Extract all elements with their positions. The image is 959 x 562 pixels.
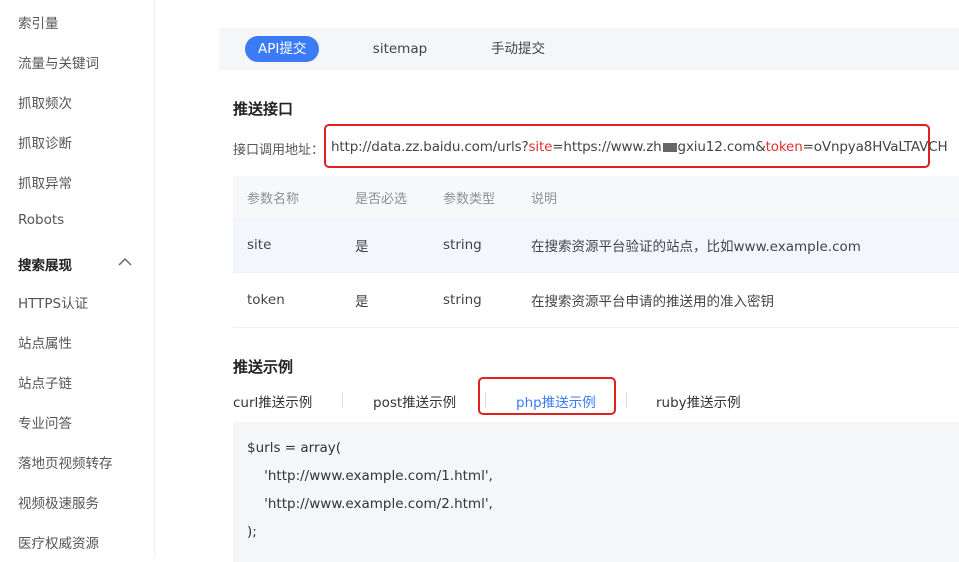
params-table: 参数名称 是否必选 参数类型 说明 site 是 string 在搜索资源平台验… <box>233 176 959 328</box>
param-required: 是 <box>355 239 369 255</box>
sidebar-nav: 索引量 流量与关键词 抓取频次 抓取诊断 抓取异常 Robots 搜索展现 HT… <box>0 0 155 556</box>
redaction-mask <box>662 142 677 152</box>
submit-method-tabs: API提交 sitemap 手动提交 <box>219 28 959 70</box>
sidebar-item-robots[interactable]: Robots <box>18 212 64 228</box>
tab-divider <box>626 392 627 408</box>
tab-post-example[interactable]: post推送示例 <box>373 391 456 411</box>
chevron-up-icon[interactable] <box>118 256 132 268</box>
sidebar-item-crawl-diagnosis[interactable]: 抓取诊断 <box>18 132 72 152</box>
column-header: 说明 <box>531 191 558 207</box>
push-endpoint-heading: 推送接口 <box>233 100 294 118</box>
endpoint-label: 接口调用地址： <box>233 143 325 158</box>
param-type: string <box>443 237 482 253</box>
code-line: 'http://www.example.com/1.html', <box>247 468 493 484</box>
endpoint-url[interactable]: http://data.zz.baidu.com/urls?site=https… <box>331 139 948 155</box>
sidebar-section-search-display[interactable]: 搜索展现 <box>18 254 72 274</box>
code-line: 'http://www.example.com/2.html', <box>247 496 493 512</box>
sidebar-item-https[interactable]: HTTPS认证 <box>18 292 88 312</box>
column-header: 参数类型 <box>443 191 496 207</box>
param-required: 是 <box>355 294 369 310</box>
site-param-value-start: =https://www.zh <box>552 139 662 155</box>
code-sample[interactable]: $urls = array( 'http://www.example.com/1… <box>233 422 959 562</box>
table-header-row: 参数名称 是否必选 参数类型 说明 <box>233 176 959 218</box>
push-examples-heading: 推送示例 <box>233 358 294 376</box>
sidebar-item-landing-video[interactable]: 落地页视频转存 <box>18 452 113 472</box>
param-type: string <box>443 292 482 308</box>
tab-curl-example[interactable]: curl推送示例 <box>233 391 312 411</box>
sidebar-item-crawl-frequency[interactable]: 抓取频次 <box>18 92 72 112</box>
tab-api-submit[interactable]: API提交 <box>245 36 320 62</box>
token-param-value: =oVnpya8HVaLTAVCH <box>802 139 948 155</box>
column-header: 参数名称 <box>247 191 300 207</box>
sidebar-item-professional-qa[interactable]: 专业问答 <box>18 412 72 432</box>
param-description: 在搜索资源平台申请的推送用的准入密钥 <box>531 294 774 310</box>
tab-divider <box>342 392 343 408</box>
param-description: 在搜索资源平台验证的站点，比如www.example.com <box>531 239 861 255</box>
sidebar-item-crawl-errors[interactable]: 抓取异常 <box>18 172 72 192</box>
sidebar-item-video-speed[interactable]: 视频极速服务 <box>18 492 99 512</box>
site-param-key: site <box>528 139 553 155</box>
tab-sitemap[interactable]: sitemap <box>369 36 431 62</box>
param-name: token <box>247 292 285 308</box>
token-param-key: token <box>765 139 803 155</box>
sidebar-item-traffic-keywords[interactable]: 流量与关键词 <box>18 52 99 72</box>
sidebar-item-sitelinks[interactable]: 站点子链 <box>18 372 72 392</box>
table-row: site 是 string 在搜索资源平台验证的站点，比如www.example… <box>233 218 959 273</box>
code-line: $urls = array( <box>247 440 342 456</box>
sidebar-item-medical-resources[interactable]: 医疗权威资源 <box>18 532 99 552</box>
endpoint-url-prefix: http://data.zz.baidu.com/urls? <box>331 139 529 155</box>
tab-php-example[interactable]: php推送示例 <box>516 391 596 411</box>
tab-ruby-example[interactable]: ruby推送示例 <box>656 391 741 411</box>
sidebar-item-index-volume[interactable]: 索引量 <box>18 12 59 32</box>
code-line: ); <box>247 524 257 540</box>
main-content: API提交 sitemap 手动提交 推送接口 接口调用地址： http://d… <box>155 0 959 562</box>
tab-manual-submit[interactable]: 手动提交 <box>487 36 549 62</box>
table-row: token 是 string 在搜索资源平台申请的推送用的准入密钥 <box>233 273 959 328</box>
site-param-value-end: gxiu12.com& <box>677 139 766 155</box>
column-header: 是否必选 <box>355 191 408 207</box>
sidebar-item-site-attributes[interactable]: 站点属性 <box>18 332 72 352</box>
param-name: site <box>247 237 272 253</box>
